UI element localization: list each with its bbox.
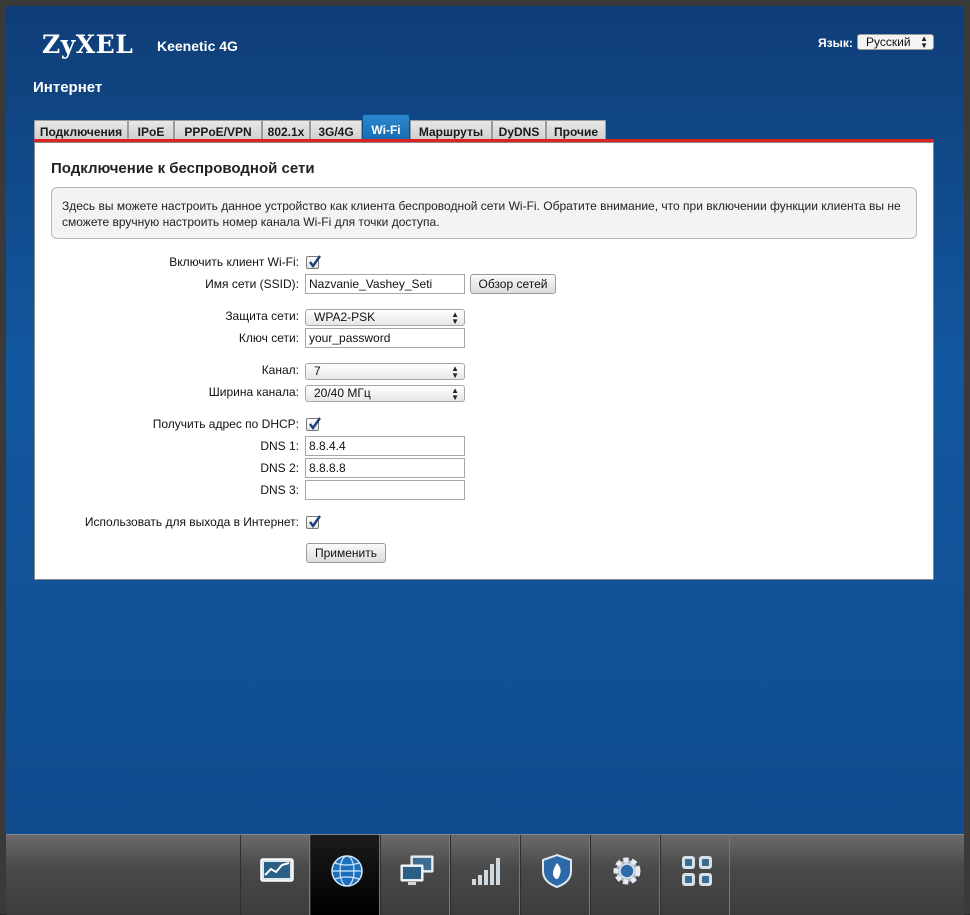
dock-item-internet[interactable] xyxy=(310,835,380,915)
apply-button[interactable]: Применить xyxy=(306,543,386,563)
dock-item-system[interactable] xyxy=(590,835,660,915)
checkmark-icon xyxy=(309,515,321,529)
security-select[interactable]: WPA2-PSK ▲ ▼ xyxy=(305,309,465,326)
globe-icon xyxy=(331,855,363,887)
security-value: WPA2-PSK xyxy=(314,310,376,324)
monitor-chart-icon xyxy=(260,858,294,882)
checkmark-icon xyxy=(309,255,321,269)
dns2-label: DNS 2: xyxy=(260,461,299,475)
updown-arrows-icon: ▲ ▼ xyxy=(920,34,928,50)
page-title: Интернет xyxy=(33,79,103,96)
dhcp-checkbox[interactable] xyxy=(306,417,321,431)
updown-arrows-icon: ▲ ▼ xyxy=(451,386,459,402)
dns3-input[interactable] xyxy=(305,480,465,500)
router-admin-page: ZyXEL Keenetic 4G Язык: Русский ▲ ▼ Интер… xyxy=(0,0,970,915)
shield-icon xyxy=(542,853,572,889)
enable-client-label: Включить клиент Wi-Fi: xyxy=(169,255,299,269)
channel-value: 7 xyxy=(314,364,321,378)
language-label: Язык: xyxy=(818,36,853,50)
info-box: Здесь вы можете настроить данное устройс… xyxy=(51,187,917,239)
updown-arrows-icon: ▲ ▼ xyxy=(451,364,459,380)
gear-icon xyxy=(613,857,641,885)
dns1-label: DNS 1: xyxy=(260,439,299,453)
computers-icon xyxy=(400,855,434,885)
ssid-input[interactable]: Nazvanie_Vashey_Seti xyxy=(305,274,465,294)
checkmark-icon xyxy=(309,417,321,431)
channel-width-label: Ширина канала: xyxy=(208,385,299,399)
dock-item-home-network[interactable] xyxy=(380,835,450,915)
dock-item-wifi[interactable] xyxy=(450,835,520,915)
channel-width-value: 20/40 МГц xyxy=(314,386,371,400)
dns2-input[interactable]: 8.8.8.8 xyxy=(305,458,465,478)
dns3-label: DNS 3: xyxy=(260,483,299,497)
security-label: Защита сети: xyxy=(225,309,299,323)
channel-label: Канал: xyxy=(261,363,299,377)
updown-arrows-icon: ▲ ▼ xyxy=(451,310,459,326)
use-internet-label: Использовать для выхода в Интернет: xyxy=(84,515,299,529)
language-value: Русский xyxy=(866,35,911,49)
channel-select[interactable]: 7 ▲ ▼ xyxy=(305,363,465,380)
dns1-input[interactable]: 8.8.4.4 xyxy=(305,436,465,456)
dhcp-label: Получить адрес по DHCP: xyxy=(152,417,299,431)
settings-panel: Подключение к беспроводной сети Здесь вы… xyxy=(34,142,934,580)
language-select[interactable]: Русский ▲ ▼ xyxy=(857,34,934,50)
scan-networks-button[interactable]: Обзор сетей xyxy=(470,274,556,294)
bottom-dock xyxy=(6,834,964,915)
apps-grid-icon xyxy=(682,856,712,886)
ssid-label: Имя сети (SSID): xyxy=(205,277,299,291)
key-input[interactable]: your_password xyxy=(305,328,465,348)
dock-item-security[interactable] xyxy=(520,835,590,915)
zyxel-logo[interactable]: ZyXEL xyxy=(42,30,133,59)
section-title: Подключение к беспроводной сети xyxy=(51,160,315,177)
dock-item-apps[interactable] xyxy=(660,835,730,915)
key-label: Ключ сети: xyxy=(238,331,299,345)
model-name: Keenetic 4G xyxy=(157,38,238,54)
signal-bars-icon xyxy=(472,858,500,885)
header: ZyXEL Keenetic 4G Язык: Русский ▲ ▼ xyxy=(6,6,964,80)
dock-item-monitor[interactable] xyxy=(240,835,310,915)
channel-width-select[interactable]: 20/40 МГц ▲ ▼ xyxy=(305,385,465,402)
use-internet-checkbox[interactable] xyxy=(306,515,321,529)
enable-client-checkbox[interactable] xyxy=(306,255,321,269)
